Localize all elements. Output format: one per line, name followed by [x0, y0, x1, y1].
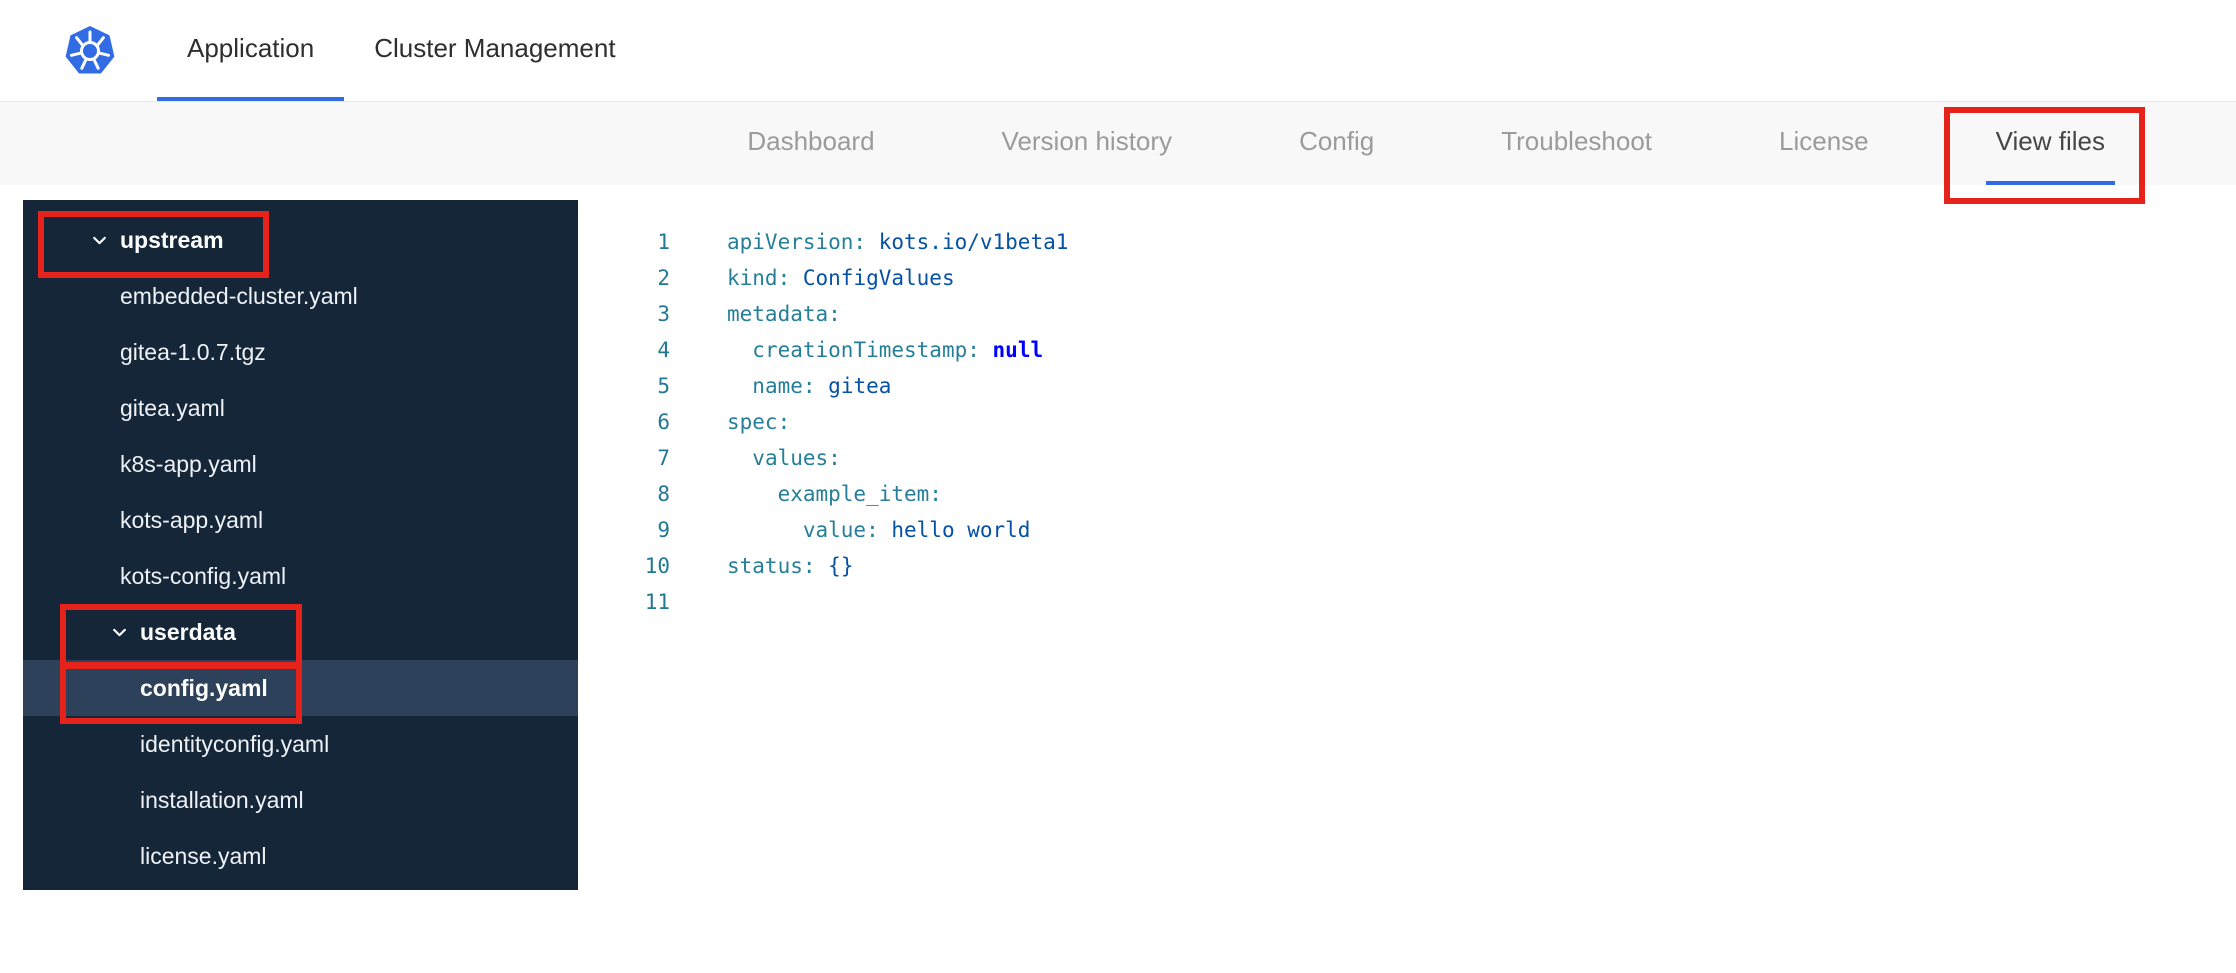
- code-line-text: kind: ConfigValues: [727, 266, 955, 290]
- folder-item-upstream[interactable]: upstream: [23, 212, 578, 268]
- file-item-k8s-app-yaml[interactable]: k8s-app.yaml: [23, 436, 578, 492]
- file-tree: upstream embedded-cluster.yaml gitea-1.0.7…: [23, 200, 578, 890]
- file-item-config-yaml[interactable]: config.yaml: [23, 660, 578, 716]
- file-label: installation.yaml: [140, 786, 304, 813]
- code-line: 10 status: {}: [578, 548, 2236, 584]
- file-label: kots-app.yaml: [120, 506, 264, 533]
- line-number: 8: [657, 482, 670, 506]
- code-line: 6 spec:: [578, 404, 2236, 440]
- line-number: 11: [644, 590, 670, 614]
- code-line-text: apiVersion: kots.io/v1beta1: [727, 230, 1069, 254]
- line-number: 6: [657, 410, 670, 434]
- code-line-text: values:: [752, 446, 841, 470]
- file-label: license.yaml: [140, 842, 267, 869]
- code-line-text: creationTimestamp: null: [752, 338, 1044, 362]
- file-label: identityconfig.yaml: [140, 730, 330, 757]
- code-line: 1 apiVersion: kots.io/v1beta1: [578, 224, 2236, 260]
- file-item-identityconfig-yaml[interactable]: identityconfig.yaml: [23, 716, 578, 772]
- chevron-down-icon: [91, 232, 108, 249]
- line-number: 5: [657, 374, 670, 398]
- code-line-text: spec:: [727, 410, 791, 434]
- subnav-tabs: Dashboard Version history Config Troublesho…: [0, 102, 2236, 185]
- file-item-embedded-cluster-yaml[interactable]: embedded-cluster.yaml: [23, 268, 578, 324]
- line-number: 3: [657, 302, 670, 326]
- tab-license[interactable]: License: [1769, 102, 1879, 185]
- tab-view-files[interactable]: View files: [1985, 102, 2115, 185]
- content: upstream embedded-cluster.yaml gitea-1.0.7…: [0, 185, 2236, 973]
- line-number: 1: [657, 230, 670, 254]
- code-line: 4 creationTimestamp: null: [578, 332, 2236, 368]
- tab-version-history[interactable]: Version history: [992, 102, 1183, 185]
- file-label: k8s-app.yaml: [120, 450, 257, 477]
- code-line-text: value: hello world: [802, 518, 1031, 542]
- top-header: Application Cluster Management: [0, 0, 2236, 102]
- code-line: 9 value: hello world: [578, 512, 2236, 548]
- file-label: config.yaml: [140, 674, 268, 701]
- file-item-gitea-1-0-7-tgz[interactable]: gitea-1.0.7.tgz: [23, 324, 578, 380]
- chevron-down-icon: [111, 624, 128, 641]
- kubernetes-logo-icon: [64, 0, 116, 101]
- tab-application[interactable]: Application: [157, 0, 345, 101]
- code-line: 8 example_item:: [578, 476, 2236, 512]
- file-item-kots-app-yaml[interactable]: kots-app.yaml: [23, 492, 578, 548]
- file-item-kots-config-yaml[interactable]: kots-config.yaml: [23, 548, 578, 604]
- code-line: 5 name: gitea: [578, 368, 2236, 404]
- file-item-gitea-yaml[interactable]: gitea.yaml: [23, 380, 578, 436]
- file-label: gitea.yaml: [120, 394, 225, 421]
- code-line: 3 metadata:: [578, 296, 2236, 332]
- code-line-text: status: {}: [727, 554, 854, 578]
- code-line-text: name: gitea: [752, 374, 892, 398]
- code-editor[interactable]: 1 apiVersion: kots.io/v1beta1 2 kind: Confi…: [578, 200, 2236, 973]
- tab-troubleshoot[interactable]: Troubleshoot: [1491, 102, 1662, 185]
- code-line: 2 kind: ConfigValues: [578, 260, 2236, 296]
- folder-label: upstream: [120, 226, 224, 253]
- file-label: gitea-1.0.7.tgz: [120, 338, 266, 365]
- file-label: kots-config.yaml: [120, 562, 287, 589]
- tab-dashboard[interactable]: Dashboard: [737, 102, 884, 185]
- code-area: 1 apiVersion: kots.io/v1beta1 2 kind: Confi…: [578, 224, 2236, 620]
- file-item-license-yaml[interactable]: license.yaml: [23, 828, 578, 884]
- code-line-text: metadata:: [727, 302, 841, 326]
- line-number: 2: [657, 266, 670, 290]
- line-number: 10: [644, 554, 670, 578]
- header-tabs: Application Cluster Management: [157, 0, 646, 101]
- file-item-installation-yaml[interactable]: installation.yaml: [23, 772, 578, 828]
- code-line: 7 values:: [578, 440, 2236, 476]
- code-line: 11: [578, 584, 2236, 620]
- line-number: 7: [657, 446, 670, 470]
- file-label: embedded-cluster.yaml: [120, 282, 358, 309]
- folder-item-userdata[interactable]: userdata: [23, 604, 578, 660]
- code-line-text: example_item:: [777, 482, 942, 506]
- line-number: 9: [657, 518, 670, 542]
- tab-config[interactable]: Config: [1289, 102, 1384, 185]
- folder-label: userdata: [140, 618, 236, 645]
- line-number: 4: [657, 338, 670, 362]
- tab-cluster-management[interactable]: Cluster Management: [344, 0, 645, 101]
